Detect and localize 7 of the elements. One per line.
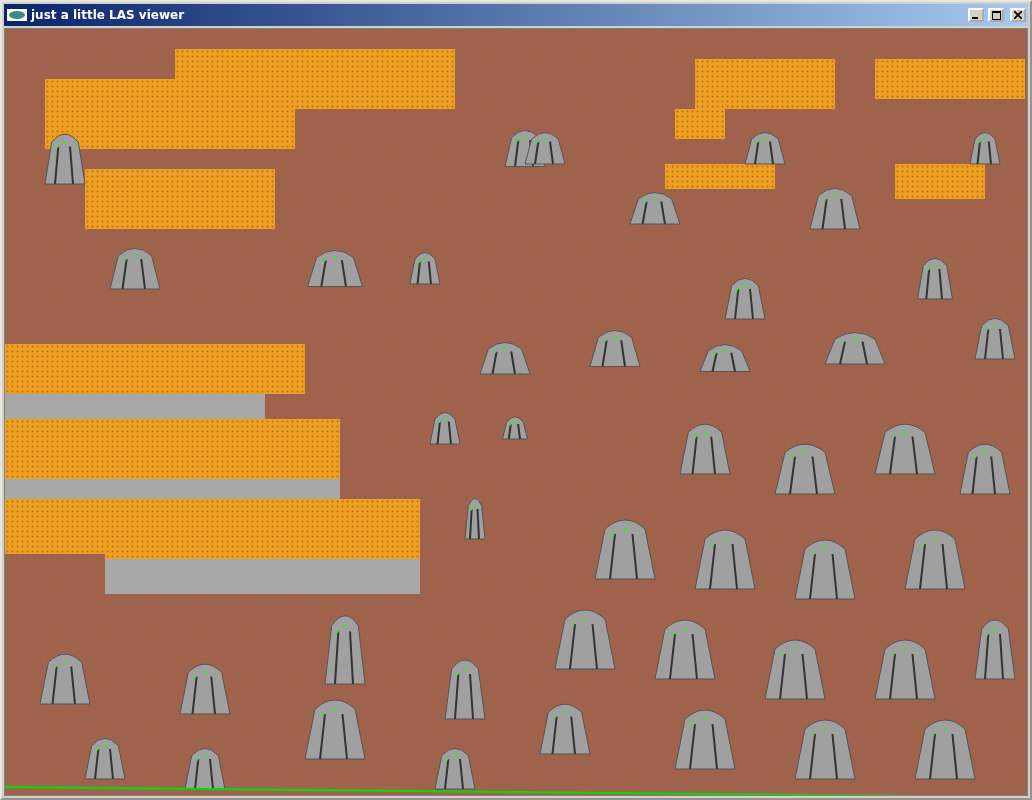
maximize-button[interactable] xyxy=(988,8,1004,22)
minimize-button[interactable] xyxy=(968,8,984,22)
window-title: just a little LAS viewer xyxy=(31,8,186,22)
app-icon xyxy=(7,9,27,21)
maximize-icon xyxy=(991,10,1001,20)
close-icon xyxy=(1014,11,1022,19)
close-button[interactable] xyxy=(1010,8,1026,22)
